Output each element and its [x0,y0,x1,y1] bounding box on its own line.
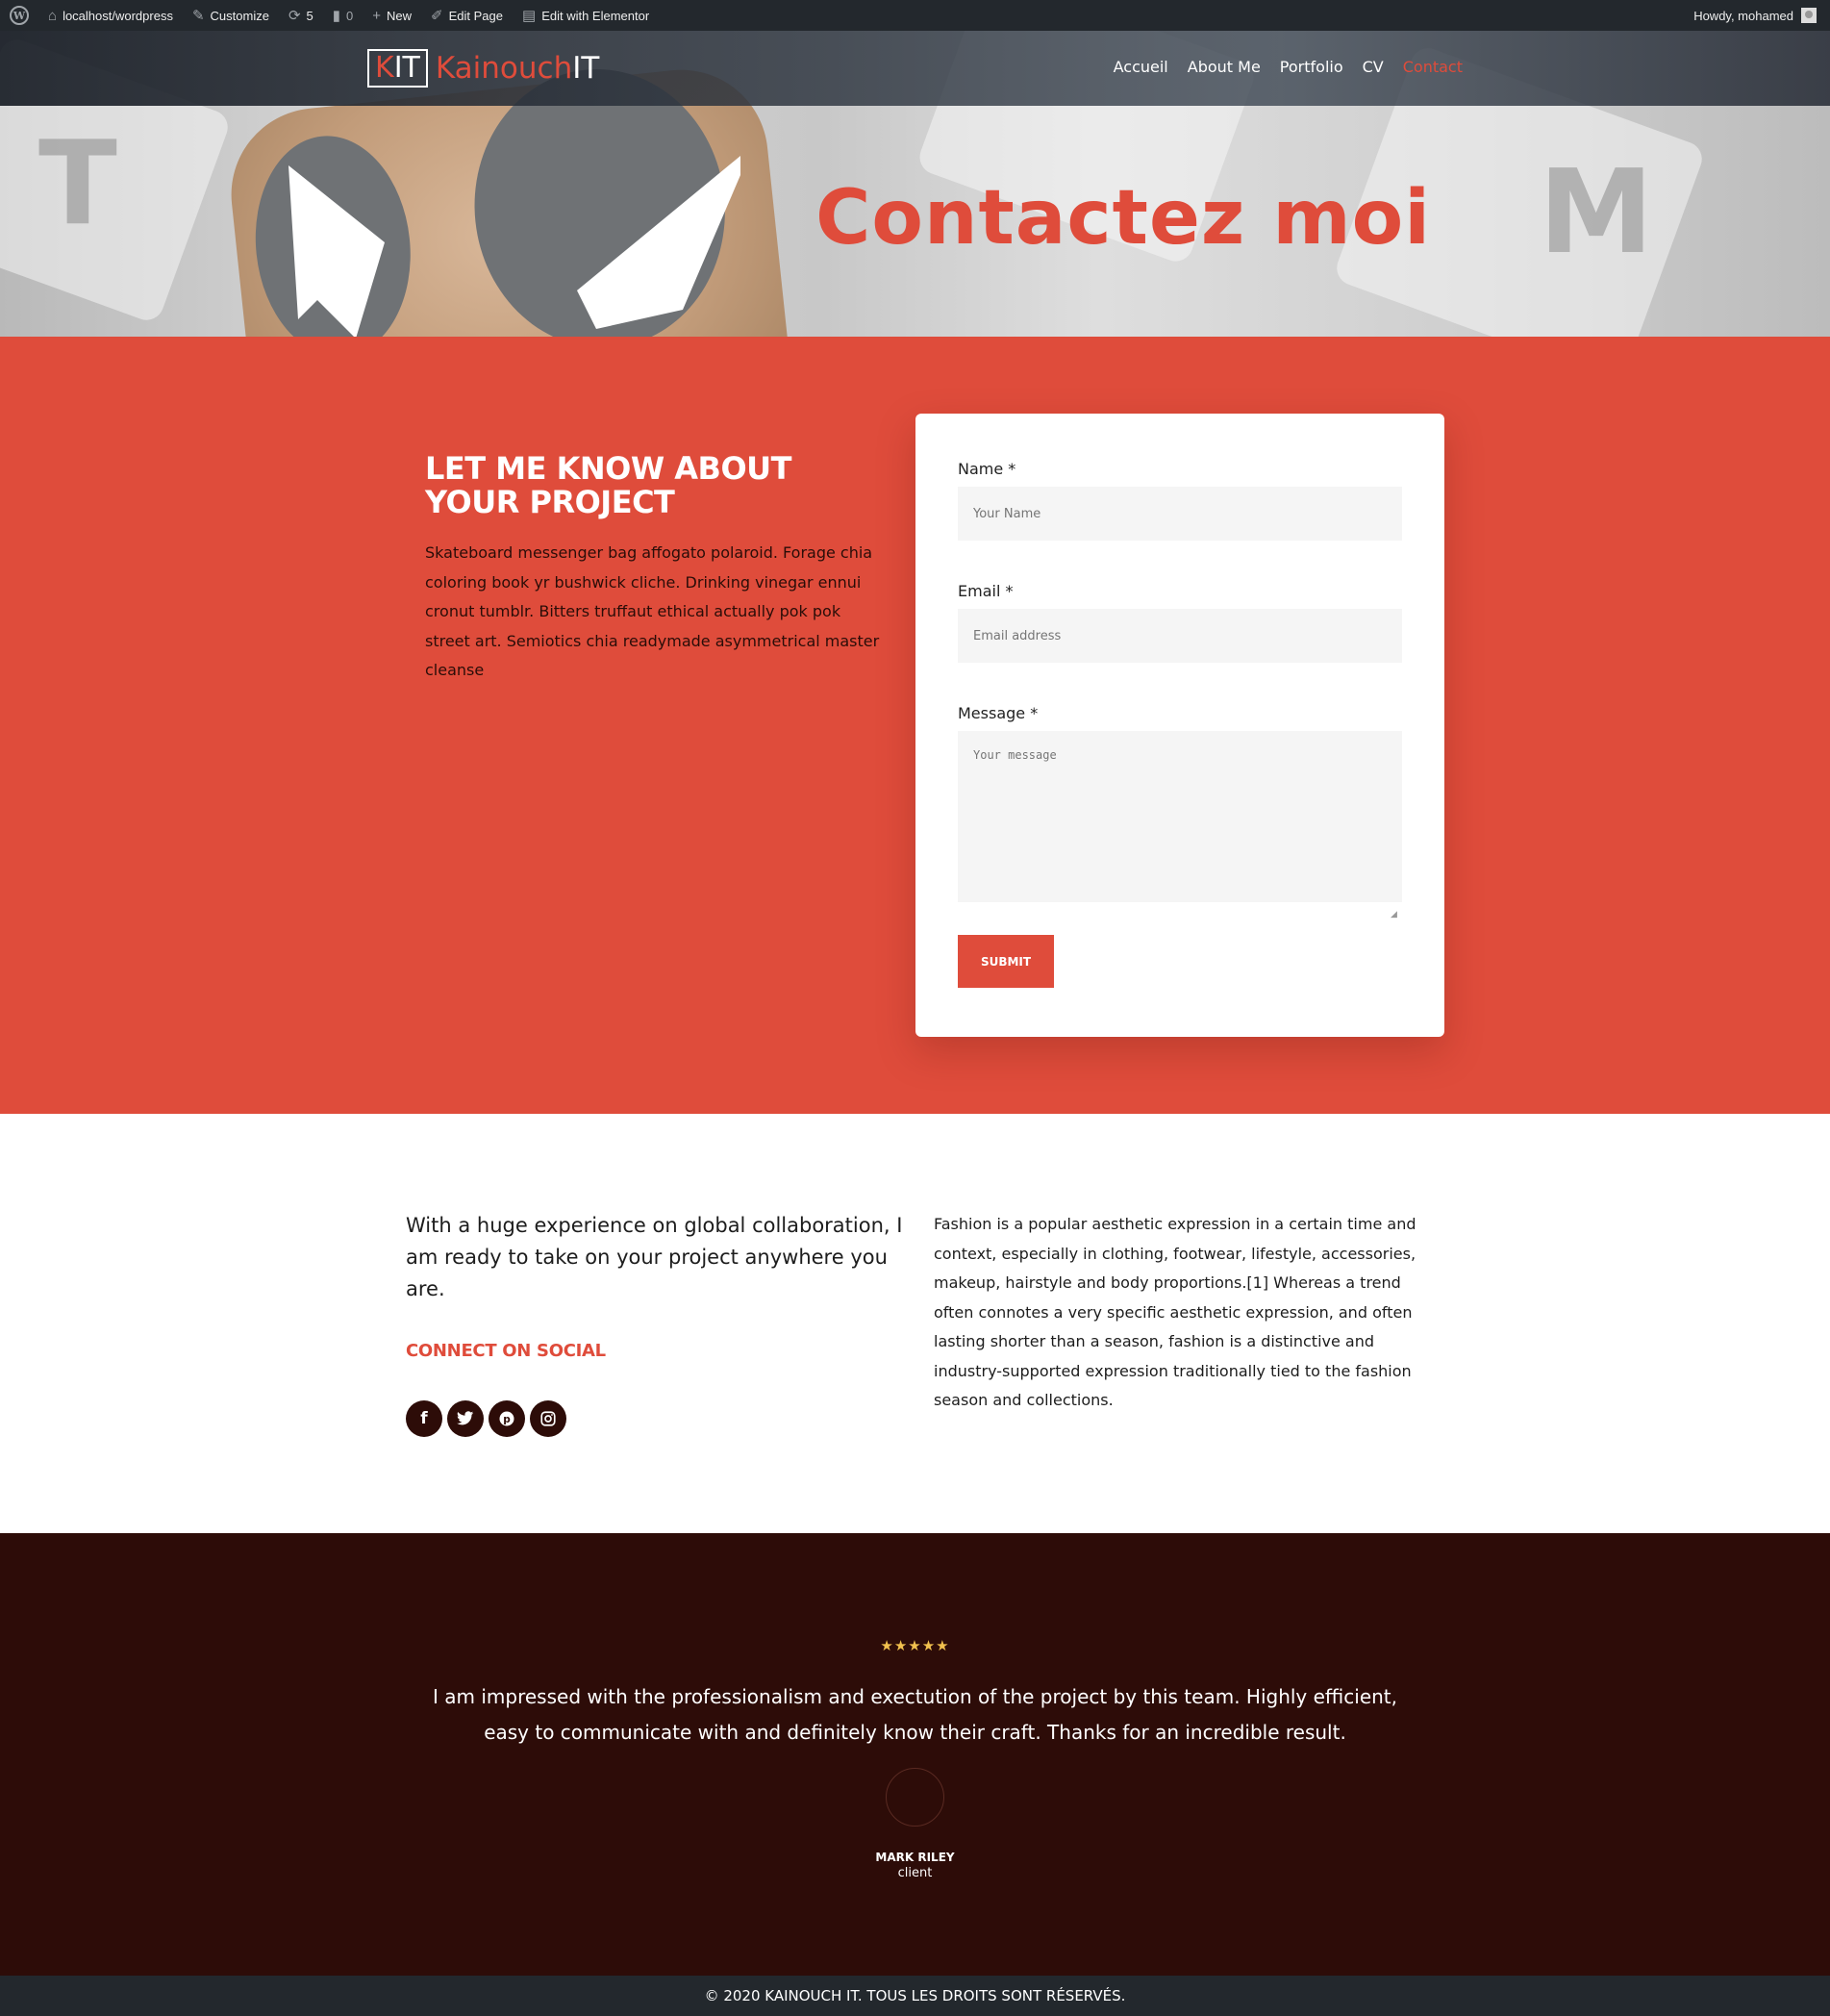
main-nav: Accueil About Me Portfolio CV Contact [1094,58,1463,76]
nav-accueil[interactable]: Accueil [1114,58,1168,76]
site-header: KIT KainouchIT Accueil About Me Portfoli… [0,31,1830,106]
email-input[interactable] [958,609,1402,663]
site-footer: © 2020 KAINOUCH IT. TOUS LES DROITS SONT… [0,1976,1830,2016]
updates-icon: ⟳ [288,8,301,24]
admin-updates-link[interactable]: ⟳ 5 [279,0,323,31]
pinterest-icon[interactable]: p [489,1400,525,1437]
logo-mark: KIT [367,49,428,88]
name-label: Name * [958,460,1016,478]
social-icons: f p [406,1400,571,1437]
message-label: Message * [958,704,1039,722]
about-section: With a huge experience on global collabo… [0,1114,1830,1533]
testimonial-section: ★★★★★ I am impressed with the profession… [0,1533,1830,1976]
rating-stars: ★★★★★ [880,1638,950,1654]
contact-section: LET ME KNOW ABOUT YOUR PROJECT Skateboar… [0,337,1830,1114]
admin-edit-page-link[interactable]: ✐ Edit Page [421,0,513,31]
contact-form: Name * Email * Message * ◢ SUBMIT [915,414,1444,1037]
home-icon: ⌂ [48,7,58,24]
name-input[interactable] [958,487,1402,541]
twitter-icon[interactable] [447,1400,484,1437]
email-label: Email * [958,582,1014,600]
nav-contact[interactable]: Contact [1403,58,1463,76]
site-logo[interactable]: KIT KainouchIT [367,49,599,88]
resize-handle-icon[interactable]: ◢ [1391,909,1397,920]
wordpress-icon: W [10,6,29,25]
testimonial-avatar [886,1768,944,1827]
contact-text: Skateboard messenger bag affogato polaro… [425,543,880,679]
user-avatar-icon [1801,8,1817,23]
wordpress-logo[interactable]: W [0,0,38,31]
nav-cv[interactable]: CV [1363,58,1384,76]
about-lead: With a huge experience on global collabo… [406,1214,903,1300]
pencil-icon: ✐ [431,8,443,24]
about-description: Fashion is a popular aesthetic expressio… [934,1215,1416,1409]
testimonial-name: MARK RILEY [875,1851,955,1864]
admin-site-link[interactable]: ⌂ localhost/wordpress [38,0,183,31]
social-heading: CONNECT ON SOCIAL [406,1341,606,1361]
testimonial-quote: I am impressed with the professionalism … [433,1685,1397,1744]
submit-button[interactable]: SUBMIT [958,935,1054,988]
admin-customize-link[interactable]: ✎ Customize [183,0,279,31]
svg-text:p: p [503,1414,511,1425]
brush-icon: ✎ [191,8,205,24]
admin-new-link[interactable]: + New [363,0,421,31]
copyright-text: © 2020 KAINOUCH IT. TOUS LES DROITS SONT… [704,1987,1126,2004]
admin-bar: W ⌂ localhost/wordpress ✎ Customize ⟳ 5 ▮ 0 … [0,0,1830,31]
testimonial-role: client [897,1866,933,1880]
instagram-icon[interactable] [530,1400,566,1437]
plus-icon: + [372,7,382,24]
admin-account[interactable]: Howdy, mohamed [1693,8,1830,23]
admin-elementor-link[interactable]: ▤ Edit with Elementor [513,0,659,31]
logo-wordmark: KainouchIT [435,51,600,86]
comment-icon: ▮ [332,8,341,24]
facebook-icon[interactable]: f [406,1400,442,1437]
message-textarea[interactable] [958,731,1402,902]
admin-comments-link[interactable]: ▮ 0 [323,0,363,31]
contact-heading: LET ME KNOW ABOUT YOUR PROJECT [425,450,791,520]
elementor-icon: ▤ [522,8,537,24]
page-title: Contactez moi [815,175,1431,262]
nav-portfolio[interactable]: Portfolio [1280,58,1343,76]
chat-and-mail-icons [288,156,740,337]
nav-about-me[interactable]: About Me [1188,58,1261,76]
